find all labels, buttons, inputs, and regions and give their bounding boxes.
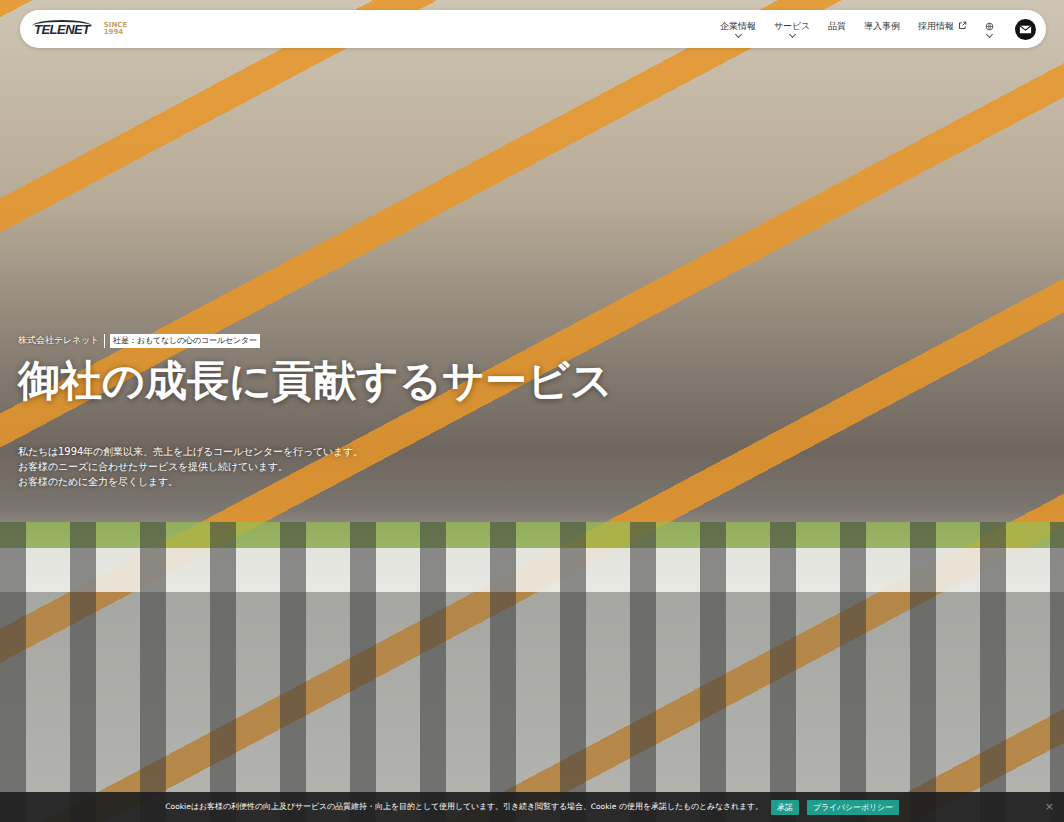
close-button[interactable]: ×: [1045, 799, 1054, 816]
nav-item[interactable]: 導入事例: [855, 21, 909, 38]
logo-name: TELENET: [32, 20, 92, 37]
privacy-policy-button[interactable]: プライバシーポリシー: [807, 800, 899, 815]
hero-description-line: 私たちは1994年の創業以来、売上を上げるコールセンターを行っています。: [18, 444, 1064, 459]
hero-description-line: お客様のために全力を尽くします。: [18, 474, 1064, 489]
hero-heading: 御社の成長に貢献するサービス: [18, 356, 1064, 406]
nav-item[interactable]: 品質: [819, 21, 855, 38]
logo-since: SINCE1994: [104, 22, 127, 37]
nav-label: 導入事例: [864, 21, 900, 32]
since-label: SINCE: [104, 22, 127, 29]
nav-item-row: 導入事例: [864, 21, 900, 32]
nav-item[interactable]: 採用情報: [909, 21, 976, 38]
hero-photo: [0, 522, 1064, 822]
main-nav: 企業情報サービス品質 導入事例 採用情報: [711, 19, 1036, 40]
dropdown-caret-icon: [788, 31, 795, 38]
accept-button[interactable]: 承諾: [771, 800, 799, 815]
company-motto: 社是：おもてなしの心のコールセンター: [110, 334, 260, 348]
dropdown-caret-icon: [986, 30, 993, 37]
site-header: TELENET SINCE1994 企業情報サービス品質 導入事例 採用情報: [20, 10, 1046, 48]
hero-text: 株式会社テレネット社是：おもてなしの心のコールセンター御社の成長に貢献するサービ…: [0, 48, 1064, 489]
company-name: 株式会社テレネット: [18, 334, 105, 348]
since-year: 1994: [104, 29, 127, 36]
nav-item-row: 品質: [828, 21, 846, 32]
hero-tagline: 株式会社テレネット社是：おもてなしの心のコールセンター: [18, 334, 1064, 348]
dropdown-caret-icon: [734, 31, 741, 38]
mail-icon: [1018, 22, 1033, 37]
globe-icon: [985, 22, 994, 31]
nav-label: 品質: [828, 21, 846, 32]
cookie-bar: Cookieはお客様の利便性の向上及びサービスの品質維持・向上を目的として使用し…: [0, 792, 1064, 822]
hero-section: TELENET SINCE1994 企業情報サービス品質 導入事例 採用情報株式会社テレ…: [0, 0, 1064, 822]
nav-label: 採用情報: [918, 21, 954, 32]
nav-item[interactable]: サービス: [765, 21, 819, 38]
logo[interactable]: TELENET SINCE1994: [32, 20, 127, 37]
hero-description-line: お客様のニーズに合わせたサービスを提供し続けています。: [18, 459, 1064, 474]
nav-item-row: 採用情報: [918, 21, 967, 32]
contact-button[interactable]: [1015, 19, 1036, 40]
cookie-text: Cookieはお客様の利便性の向上及びサービスの品質維持・向上を目的として使用し…: [165, 801, 762, 812]
nav-item[interactable]: 企業情報: [711, 21, 765, 38]
language-switch[interactable]: [976, 22, 1003, 37]
external-link-icon: [958, 21, 967, 30]
